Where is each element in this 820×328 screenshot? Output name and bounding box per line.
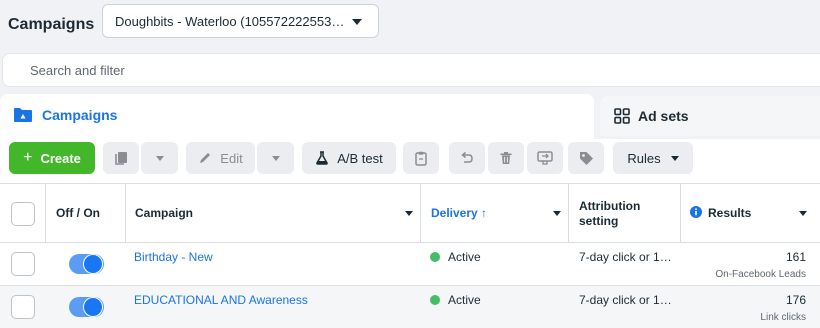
table-row: EDUCATIONAL AND Awareness Active 7-day c…: [0, 286, 820, 328]
status-dot: [430, 252, 440, 262]
trash-icon: [500, 152, 512, 164]
clipboard-button[interactable]: [403, 142, 439, 174]
clipboard-icon: [415, 151, 427, 166]
column-header-off-on[interactable]: Off / On: [56, 206, 100, 220]
chevron-down-icon: [155, 155, 164, 161]
edit-dropdown-button[interactable]: [257, 142, 294, 174]
edit-button-label: Edit: [220, 150, 243, 166]
create-button-label: Create: [40, 150, 81, 166]
row-checkbox[interactable]: [11, 252, 35, 276]
compare-icon: [537, 151, 553, 165]
select-all-checkbox[interactable]: [11, 202, 35, 226]
account-selector-label: Doughbits - Waterloo (105572222553…: [115, 13, 345, 29]
tag-icon: [579, 151, 593, 165]
result-value: 161: [785, 250, 806, 264]
campaign-toggle[interactable]: [69, 254, 104, 274]
campaign-name-link[interactable]: EDUCATIONAL AND Awareness: [134, 293, 308, 307]
duplicate-dropdown-button[interactable]: [141, 142, 178, 174]
chevron-down-icon: [670, 155, 679, 161]
pencil-icon: [200, 153, 211, 163]
result-value: 176: [785, 293, 806, 307]
edit-button[interactable]: Edit: [186, 142, 255, 174]
compare-button[interactable]: [527, 142, 563, 174]
chevron-down-icon[interactable]: [799, 211, 807, 216]
toolbar: + Create Edit A/B test Rules: [0, 139, 820, 183]
tag-button[interactable]: [568, 142, 604, 174]
search-bar: [2, 53, 820, 87]
undo-icon: [461, 151, 473, 163]
delivery-status: Active: [448, 293, 481, 307]
rules-button[interactable]: Rules: [613, 142, 693, 174]
info-icon[interactable]: [690, 206, 702, 218]
flask-icon: [316, 151, 329, 165]
page-title: Campaigns: [8, 16, 95, 33]
search-input[interactable]: [3, 54, 820, 86]
result-type: Link clicks: [760, 312, 806, 323]
campaigns-table: Off / On Campaign Delivery ↑ Attribution…: [0, 183, 820, 328]
column-header-attribution[interactable]: Attribution setting: [579, 199, 669, 229]
tab-campaigns-label: Campaigns: [42, 107, 118, 123]
chevron-down-icon[interactable]: [405, 211, 413, 216]
row-checkbox[interactable]: [11, 295, 35, 319]
column-header-campaign[interactable]: Campaign: [135, 206, 193, 220]
attribution-setting: 7-day click or 1…: [579, 250, 672, 264]
table-row: Birthday - New Active 7-day click or 1… …: [0, 243, 820, 286]
toggle-knob: [84, 255, 102, 273]
campaign-name-link[interactable]: Birthday - New: [134, 250, 213, 264]
column-header-delivery[interactable]: Delivery ↑: [431, 206, 487, 220]
chevron-down-icon[interactable]: [553, 211, 561, 216]
delivery-status: Active: [448, 250, 481, 264]
tab-ad-sets-label: Ad sets: [638, 108, 689, 124]
result-type: On-Facebook Leads: [715, 269, 806, 280]
ab-test-button-label: A/B test: [337, 150, 383, 166]
top-bar: Campaigns Doughbits - Waterloo (10557222…: [0, 0, 820, 50]
table-header: Off / On Campaign Delivery ↑ Attribution…: [0, 184, 820, 243]
plus-icon: +: [23, 149, 33, 166]
duplicate-icon: [115, 152, 127, 165]
campaign-toggle[interactable]: [69, 297, 104, 317]
grid-icon: [614, 108, 630, 124]
duplicate-button[interactable]: [103, 142, 139, 174]
folder-icon: [14, 108, 32, 122]
tab-campaigns[interactable]: Campaigns: [0, 94, 594, 139]
delete-button[interactable]: [488, 142, 524, 174]
attribution-setting: 7-day click or 1…: [579, 293, 672, 307]
account-selector[interactable]: Doughbits - Waterloo (105572222553…: [102, 4, 379, 38]
ab-test-button[interactable]: A/B test: [302, 142, 396, 174]
column-header-results[interactable]: Results: [708, 206, 751, 220]
chevron-down-icon: [271, 155, 280, 161]
toggle-knob: [84, 298, 102, 316]
status-dot: [430, 295, 440, 305]
rules-button-label: Rules: [627, 150, 661, 166]
tab-ad-sets[interactable]: Ad sets: [600, 96, 820, 136]
chevron-down-icon: [352, 19, 362, 25]
undo-button[interactable]: [449, 142, 485, 174]
create-button[interactable]: + Create: [9, 142, 95, 174]
